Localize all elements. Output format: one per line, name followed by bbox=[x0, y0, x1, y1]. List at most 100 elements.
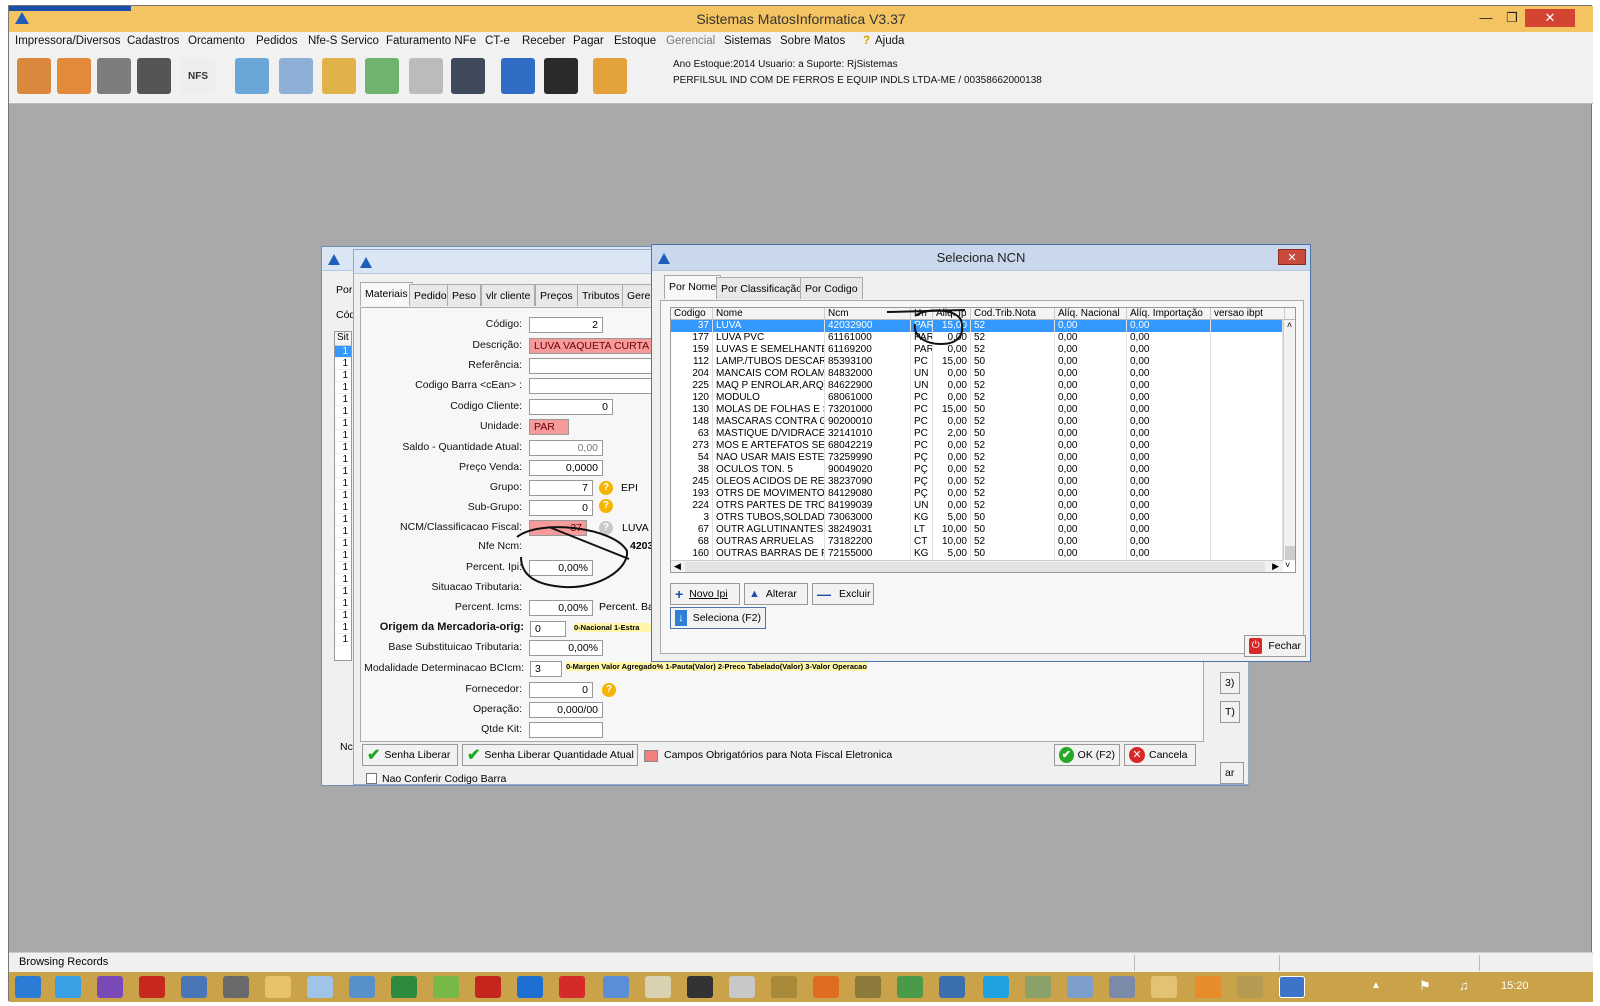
nfs-icon[interactable]: NFS bbox=[181, 58, 215, 94]
left-list-item[interactable]: 1 bbox=[335, 610, 351, 622]
menu-gerencial[interactable]: Gerencial bbox=[666, 35, 715, 47]
left-list-item[interactable]: 1 bbox=[335, 490, 351, 502]
ncn-grid[interactable]: Codigo Nome Ncm Un Aliq. Ip Cod.Trib.Not… bbox=[670, 307, 1296, 573]
left-list-item[interactable]: 1 bbox=[335, 598, 351, 610]
menu-estoque[interactable]: Estoque bbox=[614, 35, 656, 47]
left-list-item[interactable]: 1 bbox=[335, 514, 351, 526]
minimize-button[interactable]: — bbox=[1473, 9, 1499, 27]
utility-icon[interactable] bbox=[1237, 976, 1263, 998]
settings-icon[interactable] bbox=[855, 976, 881, 998]
ncn-table-row[interactable]: 68 OUTRAS ARRUELAS 73182200 CT 10,00 52 0,00 0,… bbox=[671, 536, 1283, 548]
ok-button[interactable]: ✔ OK (F2) bbox=[1054, 744, 1120, 766]
menu-pedidos[interactable]: Pedidos bbox=[256, 35, 298, 47]
scroll-right-arrow-icon[interactable]: ▶ bbox=[1272, 561, 1279, 572]
fechar-button[interactable]: ⏻ Fechar bbox=[1244, 635, 1306, 657]
preco-field[interactable]: 0,0000 bbox=[529, 460, 603, 476]
close-button[interactable]: ✕ bbox=[1525, 9, 1575, 27]
tab-pedido[interactable]: Pedido bbox=[409, 284, 452, 306]
fornecedor-lookup-icon[interactable]: ? bbox=[602, 683, 616, 697]
nao-conferir-checkbox[interactable] bbox=[366, 773, 377, 784]
menu-impressora[interactable]: Impressora/Diversos bbox=[15, 35, 120, 47]
menu-sobre[interactable]: Sobre Matos bbox=[780, 35, 845, 47]
seleciona-button[interactable]: ↓ Seleciona (F2) bbox=[670, 607, 766, 629]
menu-ajuda[interactable]: Ajuda bbox=[875, 35, 904, 47]
left-list-item[interactable]: 1 bbox=[335, 370, 351, 382]
save-icon[interactable] bbox=[501, 58, 535, 94]
left-list-item[interactable]: 1 bbox=[335, 382, 351, 394]
skype-icon[interactable] bbox=[983, 976, 1009, 998]
scroll-down-arrow-icon[interactable]: ˅ bbox=[1285, 560, 1290, 570]
tab-tributos[interactable]: Tributos bbox=[577, 284, 625, 306]
fornecedor-field[interactable]: 0 bbox=[529, 682, 593, 698]
subgrupo-field[interactable]: 0 bbox=[529, 500, 593, 516]
excluir-button[interactable]: — Excluir bbox=[812, 583, 874, 605]
mail-icon[interactable] bbox=[365, 58, 399, 94]
left-list-item[interactable]: 1 bbox=[335, 394, 351, 406]
left-list-item[interactable]: 1 bbox=[335, 454, 351, 466]
document-icon[interactable] bbox=[279, 58, 313, 94]
side-button-1[interactable]: 3) bbox=[1220, 672, 1240, 694]
left-list-item[interactable]: 1 bbox=[335, 586, 351, 598]
tab-precos[interactable]: Preços bbox=[535, 284, 578, 306]
matos-active-icon[interactable] bbox=[1279, 976, 1305, 998]
qtdekit-field[interactable] bbox=[529, 722, 603, 738]
terminal-icon[interactable] bbox=[687, 976, 713, 998]
unidade-field[interactable]: PAR bbox=[529, 419, 569, 435]
filezilla-icon[interactable] bbox=[139, 976, 165, 998]
checklist-icon[interactable] bbox=[409, 58, 443, 94]
senha-liberar-button[interactable]: ✔ Senha Liberar bbox=[362, 744, 458, 766]
ncn-table-row[interactable]: 37 LUVA 42032900 PAR 15,00 52 0,00 0,00 bbox=[671, 320, 1283, 332]
left-list-item[interactable]: 1 bbox=[335, 538, 351, 550]
left-list[interactable]: Sit 1111111111111111111111111 bbox=[334, 331, 352, 661]
menu-pagar[interactable]: Pagar bbox=[573, 35, 604, 47]
origem-field[interactable]: 0 bbox=[530, 621, 566, 637]
icms-field[interactable]: 0,00% bbox=[529, 600, 593, 616]
ncn-table-row[interactable]: 177 LUVA PVC 61161000 PAR 0,00 52 0,00 0,00 bbox=[671, 332, 1283, 344]
media-icon[interactable] bbox=[1195, 976, 1221, 998]
ncn-table-row[interactable]: 148 MÁSCARAS CONTRA G 90200010 PC 0,00 52 0,00… bbox=[671, 416, 1283, 428]
alterar-button[interactable]: ▲ Alterar bbox=[744, 583, 808, 605]
left-list-item[interactable]: 1 bbox=[335, 358, 351, 370]
tools-icon[interactable] bbox=[451, 58, 485, 94]
left-tab-por[interactable]: Por bbox=[336, 284, 352, 296]
left-list-item[interactable]: 1 bbox=[335, 418, 351, 430]
left-list-item[interactable]: 1 bbox=[335, 550, 351, 562]
ncn-table-row[interactable]: 193 OTRS DE MOVIMENTO 84129080 PÇ 0,00 52 0,00… bbox=[671, 488, 1283, 500]
menu-cte[interactable]: CT-e bbox=[485, 35, 510, 47]
subgrupo-lookup-icon[interactable]: ? bbox=[599, 499, 613, 513]
chrome-icon[interactable] bbox=[897, 976, 923, 998]
menu-nfe-servico[interactable]: Nfe-S Servico bbox=[308, 35, 379, 47]
ncn-table-row[interactable]: 38 OCULOS TON. 5 90049020 PÇ 0,00 52 0,00 0,00 bbox=[671, 464, 1283, 476]
ncn-table-row[interactable]: 245 OLEOS ACIDOS DE REI 38237090 PÇ 0,00 52 0,… bbox=[671, 476, 1283, 488]
ie-icon[interactable] bbox=[55, 976, 81, 998]
gift-icon[interactable] bbox=[17, 58, 51, 94]
browser-blue-icon[interactable] bbox=[517, 976, 543, 998]
col-aliq-importacao[interactable]: Alíq. Importação bbox=[1127, 308, 1211, 320]
firefox-icon[interactable] bbox=[813, 976, 839, 998]
left-list-item[interactable]: 1 bbox=[335, 574, 351, 586]
scroll-left-arrow-icon[interactable]: ◀ bbox=[674, 561, 681, 572]
left-list-item[interactable]: 1 bbox=[335, 622, 351, 634]
tray-flag-icon[interactable]: ⚑ bbox=[1419, 978, 1431, 994]
ncn-table-row[interactable]: 273 MÓS E ARTEFATOS SE 68042219 PC 0,00 52 0,0… bbox=[671, 440, 1283, 452]
left-list-item[interactable]: 1 bbox=[335, 502, 351, 514]
start-windows-icon[interactable] bbox=[15, 976, 41, 998]
ncn-table-row[interactable]: 63 MÁSTIQUE D/VIDRACE 32141010 PC 2,00 50 0,00… bbox=[671, 428, 1283, 440]
menu-receber[interactable]: Receber bbox=[522, 35, 565, 47]
exit-icon[interactable] bbox=[593, 58, 627, 94]
app-icon[interactable] bbox=[1025, 976, 1051, 998]
menu-faturamento[interactable]: Faturamento NFe bbox=[386, 35, 476, 47]
left-list-item[interactable]: 1 bbox=[335, 442, 351, 454]
calculator-icon[interactable] bbox=[223, 976, 249, 998]
ncn-table-row[interactable]: 120 MODULO 68061000 PC 0,00 52 0,00 0,00 bbox=[671, 392, 1283, 404]
tab-por-nome[interactable]: Por Nome bbox=[664, 275, 722, 299]
calculator-icon[interactable] bbox=[544, 58, 578, 94]
cancela-button[interactable]: ✕ Cancela bbox=[1124, 744, 1196, 766]
modal-field[interactable]: 3 bbox=[530, 661, 562, 677]
left-list-item[interactable]: 1 bbox=[335, 466, 351, 478]
side-button-3[interactable]: ar bbox=[1220, 762, 1244, 784]
restore-button[interactable]: ❐ bbox=[1499, 9, 1525, 27]
shipping-icon[interactable] bbox=[97, 58, 131, 94]
clock[interactable]: 15:20 bbox=[1501, 980, 1529, 992]
network-icon[interactable] bbox=[181, 976, 207, 998]
